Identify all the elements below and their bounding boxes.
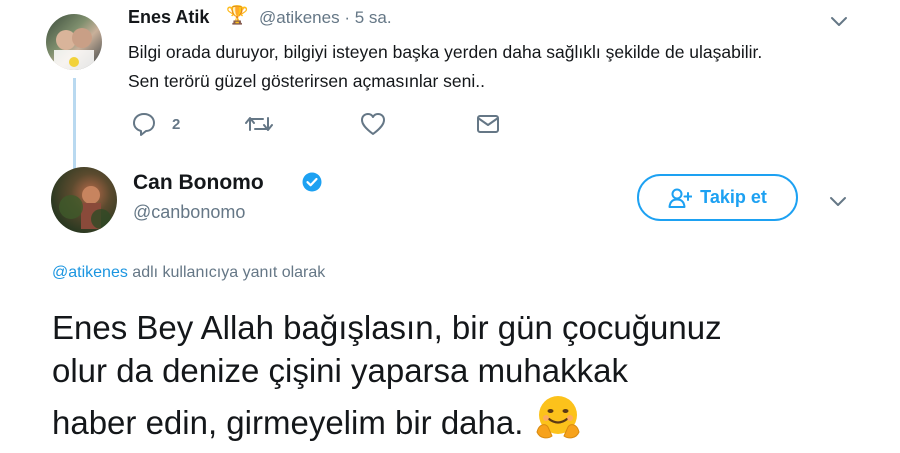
- author-name[interactable]: Can Bonomo: [133, 171, 264, 195]
- tweet-time[interactable]: · 5 sa.: [344, 8, 391, 27]
- tweet-line: Sen terörü güzel gösterirsen açmasınlar …: [128, 71, 485, 91]
- author-handle-and-time[interactable]: @atikenes · 5 sa.: [259, 8, 392, 28]
- replying-to-suffix: adlı kullanıcıya yanıt olarak: [127, 264, 326, 281]
- follow-person-icon: [668, 188, 693, 208]
- direct-message-icon[interactable]: [474, 110, 502, 138]
- tweet-actions: 2: [130, 110, 530, 138]
- tweet-line: olur da denize çişini yaparsa muhakkak: [52, 352, 628, 389]
- avatar[interactable]: [51, 167, 117, 233]
- tweet-line: haber edin, girmeyelim bir daha.: [52, 404, 524, 441]
- reply-icon[interactable]: [130, 110, 158, 138]
- thread-connector-line: [73, 78, 76, 170]
- reply-count[interactable]: 2: [172, 116, 180, 133]
- tweet-line: Enes Bey Allah bağışlasın, bir gün çocuğ…: [52, 309, 722, 346]
- follow-button[interactable]: Takip et: [637, 174, 798, 221]
- hugging-face-emoji: [536, 396, 580, 439]
- author-name[interactable]: Enes Atik: [128, 7, 209, 28]
- tweet-line: Bilgi orada duruyor, bilgiyi isteyen baş…: [128, 42, 763, 62]
- chevron-down-icon[interactable]: [828, 10, 850, 32]
- chevron-down-icon[interactable]: [827, 190, 849, 212]
- main-tweet-text: Enes Bey Allah bağışlasın, bir gün çocuğ…: [52, 306, 872, 444]
- retweet-icon[interactable]: [244, 110, 274, 138]
- trophy-icon: 🏆: [226, 5, 249, 25]
- mention-link[interactable]: @atikenes: [52, 264, 128, 281]
- tweet-line-last: haber edin, girmeyelim bir daha.: [52, 392, 872, 444]
- replying-to-context: @atikenes adlı kullanıcıya yanıt olarak: [52, 264, 325, 282]
- author-handle[interactable]: @canbonomo: [133, 202, 245, 223]
- avatar[interactable]: [46, 14, 102, 70]
- reply-tweet-text: Bilgi orada duruyor, bilgiyi isteyen baş…: [128, 38, 848, 96]
- follow-button-label: Takip et: [700, 187, 767, 207]
- author-handle[interactable]: @atikenes: [259, 8, 340, 27]
- verified-icon: [302, 172, 322, 192]
- like-icon[interactable]: [359, 110, 387, 138]
